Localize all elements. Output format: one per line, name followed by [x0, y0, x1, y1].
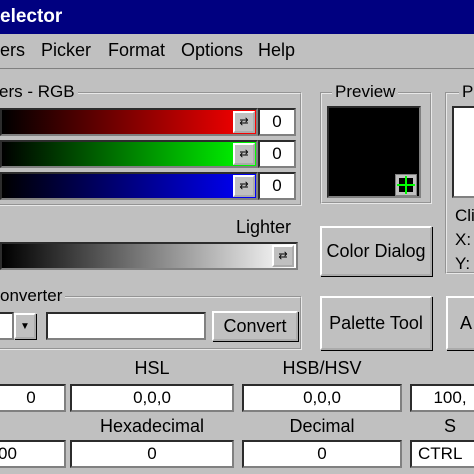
lighter-label: Lighter [236, 217, 292, 237]
menu-format[interactable]: Format [108, 40, 165, 61]
picker-area[interactable] [452, 106, 474, 198]
hsb-hsv-header: HSB/HSV [282, 358, 362, 378]
rgb-format-field[interactable]: 0 [0, 384, 66, 412]
menu-options[interactable]: Options [181, 40, 243, 61]
blue-slider[interactable] [0, 172, 258, 200]
convert-input[interactable] [46, 312, 206, 340]
green-value-field[interactable]: 0 [258, 140, 296, 168]
decimal-header: Decimal [289, 416, 355, 436]
title-bar[interactable] [0, 0, 474, 34]
green-slider[interactable] [0, 140, 258, 168]
lightness-slider-thumb[interactable]: ⇄ [272, 245, 294, 267]
picker-group-label: P [459, 82, 474, 102]
y-coordinate-label: Y: [455, 254, 471, 273]
hsl-field[interactable]: 0,0,0 [70, 384, 234, 412]
eyedropper-icon[interactable] [395, 174, 417, 196]
format-header-s: S [443, 416, 456, 436]
preview-label: Preview [332, 82, 399, 102]
decimal-field[interactable]: 0 [242, 440, 402, 468]
click-label: Cli [455, 206, 474, 225]
menu-help[interactable]: Help [258, 40, 295, 61]
shortcut-field[interactable]: CTRL [410, 440, 474, 468]
window-title: elector [0, 6, 63, 27]
converter-group-label: onverter [0, 286, 66, 306]
color-dialog-button[interactable]: Color Dialog [320, 226, 432, 276]
convert-button[interactable]: Convert [212, 311, 298, 341]
red-slider[interactable] [0, 108, 258, 136]
x-coordinate-label: X: [455, 230, 472, 249]
hexadecimal-header: Hexadecimal [99, 416, 205, 436]
menu-sliders[interactable]: ers [0, 40, 25, 61]
format-select[interactable] [0, 312, 14, 340]
red-value-field[interactable]: 0 [258, 108, 296, 136]
palette-tool-button[interactable]: Palette Tool [320, 296, 432, 350]
blue-slider-thumb[interactable]: ⇄ [233, 175, 255, 197]
red-slider-thumb[interactable]: ⇄ [233, 111, 255, 133]
format-header-l: L [0, 416, 20, 437]
hsl-header: HSL [134, 358, 170, 378]
hsb-hsv-field[interactable]: 0,0,0 [242, 384, 402, 412]
blue-value-field[interactable]: 0 [258, 172, 296, 200]
green-slider-thumb[interactable]: ⇄ [233, 143, 255, 165]
format-field-3[interactable]: 100, [410, 384, 474, 412]
rgb-group-label: ers - RGB [0, 82, 78, 102]
partial-right-button[interactable]: A [446, 296, 474, 350]
format-field-l[interactable]: 00 [0, 440, 66, 468]
menu-picker[interactable]: Picker [41, 40, 91, 61]
lightness-slider[interactable] [0, 242, 298, 270]
hexadecimal-field[interactable]: 0 [70, 440, 234, 468]
dropdown-arrow-icon[interactable]: ▼ [14, 313, 36, 339]
